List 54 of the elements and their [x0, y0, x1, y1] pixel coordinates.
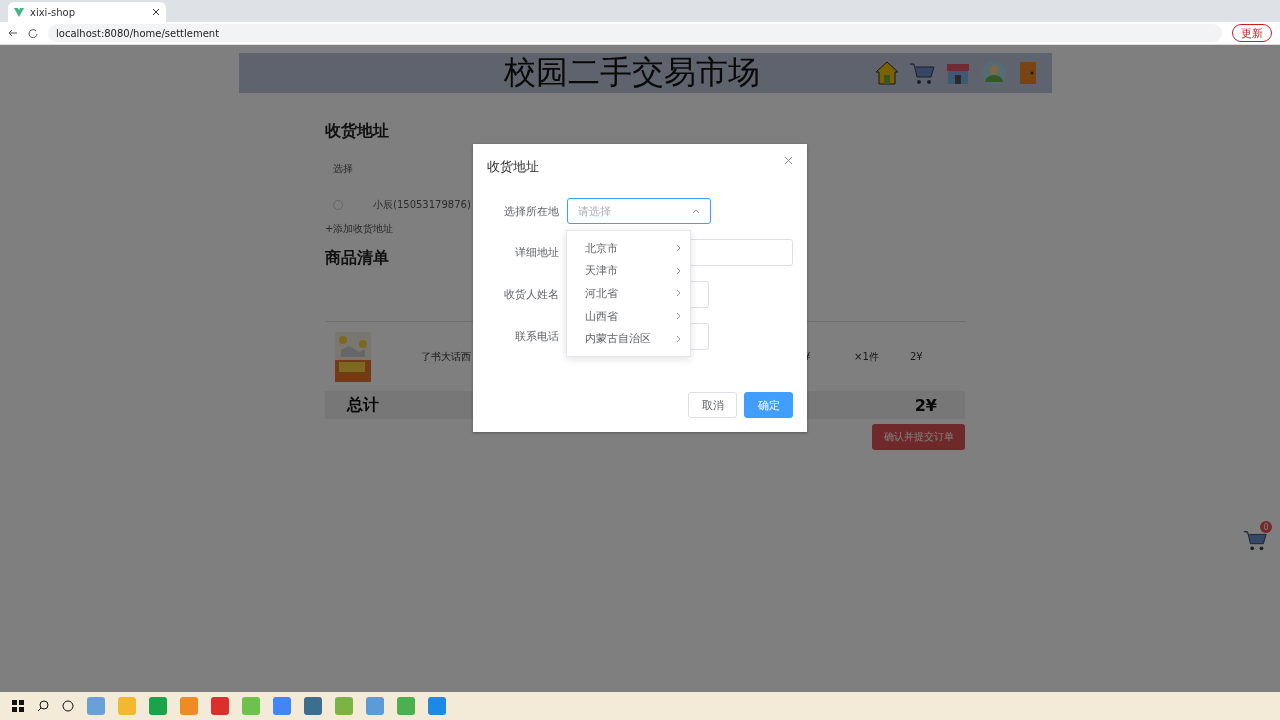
- add-address-link[interactable]: +添加收货地址: [325, 222, 394, 236]
- app-icon[interactable]: [304, 697, 322, 715]
- choose-label: 选择: [333, 162, 353, 176]
- caret-up-icon: [692, 207, 700, 215]
- total-value: 2¥: [914, 395, 937, 415]
- field-label: 联系电话: [514, 329, 559, 344]
- circle-icon[interactable]: [62, 700, 74, 712]
- app-icon[interactable]: [397, 697, 415, 715]
- product-subtotal: 2¥: [910, 351, 924, 362]
- region-option[interactable]: 北京市: [567, 237, 690, 260]
- app-icon[interactable]: [180, 697, 198, 715]
- region-option[interactable]: 内蒙古自治区: [567, 327, 690, 350]
- back-icon[interactable]: [8, 28, 18, 38]
- app-icon[interactable]: [118, 697, 136, 715]
- chevron-right-icon: [674, 289, 682, 298]
- address-name: 小辰(15053179876): [373, 198, 471, 212]
- region-option[interactable]: 山西省: [567, 304, 690, 328]
- close-icon[interactable]: [152, 8, 160, 16]
- dialog-title: 收货地址: [487, 158, 539, 176]
- region-option[interactable]: 天津市: [567, 259, 690, 283]
- chevron-right-icon: [674, 244, 682, 253]
- app-icon[interactable]: [87, 697, 105, 715]
- chevron-right-icon: [674, 334, 682, 343]
- total-label: 总计: [347, 394, 379, 416]
- update-button[interactable]: 更新: [1232, 24, 1272, 42]
- chevron-right-icon: [674, 312, 682, 321]
- home-icon[interactable]: [874, 60, 900, 86]
- field-label: 详细地址: [514, 245, 559, 260]
- app-icon[interactable]: [366, 697, 384, 715]
- vue-logo-icon: [14, 7, 24, 17]
- app-icon[interactable]: [211, 697, 229, 715]
- address-bar[interactable]: localhost:8080/home/settlement: [48, 24, 1222, 42]
- site-title: 校园二手交易市场: [502, 52, 761, 93]
- app-icon[interactable]: [149, 697, 167, 715]
- field-label: 选择所在地: [503, 203, 559, 219]
- product-name: 了书大话西: [421, 349, 472, 364]
- app-icon[interactable]: [242, 697, 260, 715]
- avatar-icon[interactable]: [980, 60, 1008, 86]
- app-icon[interactable]: [273, 697, 291, 715]
- app-icon[interactable]: [335, 697, 353, 715]
- section-heading: 商品清单: [325, 248, 389, 269]
- section-heading: 收货地址: [325, 121, 389, 142]
- browser-tab[interactable]: xixi-shop: [8, 2, 166, 22]
- app-icon[interactable]: [428, 697, 446, 715]
- product-quantity: ×1件: [854, 349, 880, 364]
- cancel-button[interactable]: 取消: [688, 392, 737, 418]
- cart-badge: 0: [1260, 521, 1272, 533]
- field-label: 收货人姓名: [503, 287, 559, 302]
- cart-icon[interactable]: [908, 60, 936, 86]
- reload-icon[interactable]: [28, 28, 38, 38]
- windows-start-icon[interactable]: [12, 700, 24, 712]
- search-icon[interactable]: [37, 700, 49, 712]
- region-option[interactable]: 河北省: [567, 282, 690, 305]
- chevron-right-icon: [674, 266, 682, 275]
